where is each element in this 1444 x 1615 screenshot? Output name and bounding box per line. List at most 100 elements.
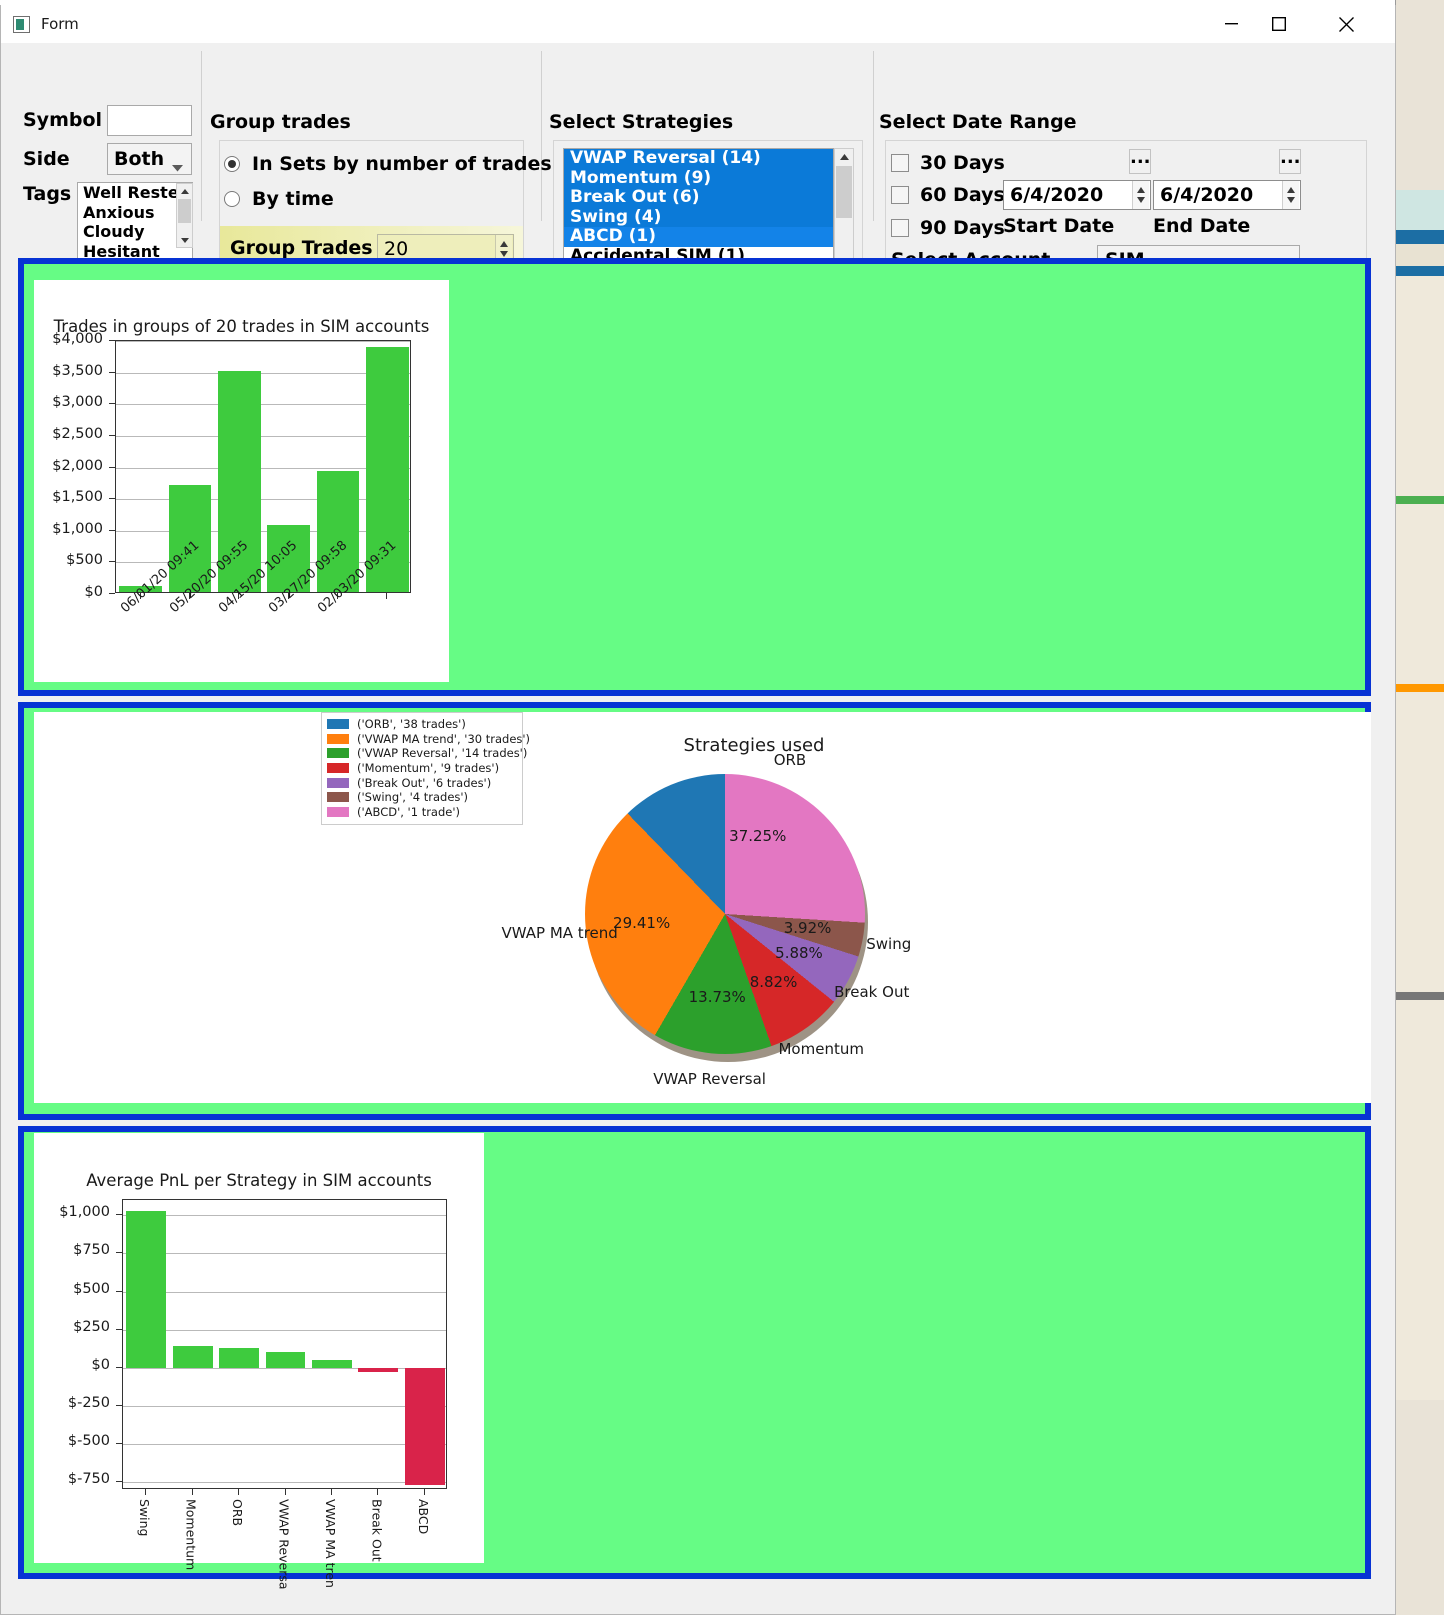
bar [172,1345,213,1368]
checkbox-30-days-label: 30 Days [920,152,1005,174]
x-tick-mark [330,1489,332,1495]
background-window-content [1396,1000,1444,1400]
tags-label: Tags [23,183,72,205]
strategy-item[interactable]: Momentum (9) [564,168,833,189]
pie-slice-label: VWAP Reversal [653,1069,766,1088]
y-axis-tick-label: $500 [73,1280,110,1297]
x-axis-tick-label: VWAP Reversa [276,1499,292,1590]
title-bar: Form [1,5,1395,43]
y-tick-mark [109,561,115,563]
x-axis-tick-label: ABCD [415,1499,431,1535]
bar [265,1351,306,1368]
x-tick-mark [386,593,388,599]
gridline [123,1444,446,1446]
strategies-listbox[interactable]: VWAP Reversal (14) Momentum (9) Break Ou… [563,148,834,271]
background-window-content [1396,684,1444,692]
checkbox-60-days[interactable]: 60 Days [891,184,1005,206]
chart3-title: Average PnL per Strategy in SIM accounts [86,1171,432,1190]
checkbox-30-days[interactable]: 30 Days [891,152,1005,174]
maximize-button[interactable] [1255,5,1303,43]
side-dropdown[interactable]: Both [107,143,192,175]
scroll-down-icon[interactable] [177,233,192,247]
chevron-down-icon [172,157,183,176]
bar [311,1359,352,1368]
pie-percentage-label: 8.82% [749,972,798,991]
minimize-button[interactable] [1207,5,1255,43]
y-axis-tick-label: $500 [66,552,103,569]
average-pnl-bar-chart: Average PnL per Strategy in SIM accounts… [34,1133,484,1590]
start-date-picker-button[interactable]: ... [1129,149,1151,174]
gridline [123,1329,446,1331]
legend-color-swatch [327,719,349,730]
legend-label: ('Swing', '4 trades') [357,790,469,805]
strategy-item[interactable]: Break Out (6) [564,188,833,208]
scroll-up-icon[interactable] [835,149,853,165]
gridline [116,341,410,342]
y-axis-tick-label: $-750 [67,1471,110,1488]
y-tick-mark [109,466,115,468]
bar [404,1367,445,1485]
tags-vertical-scrollbar[interactable] [176,183,193,248]
symbol-input[interactable] [107,105,192,136]
y-axis-tick-label: $4,000 [52,331,103,347]
radio-by-time[interactable]: By time [224,188,334,210]
gridline [123,1482,446,1484]
radio-off-icon [224,191,240,207]
strategy-item[interactable]: VWAP Reversal (14) [564,149,833,169]
spinner-arrows-icon[interactable] [1282,181,1299,209]
checkbox-90-days[interactable]: 90 Days [891,217,1005,239]
background-window-content [1396,504,1444,684]
y-axis-tick-label: $-250 [67,1395,110,1412]
y-tick-mark [116,1252,122,1254]
radio-in-sets[interactable]: In Sets by number of trades [224,153,552,175]
y-tick-mark [109,371,115,373]
gridline [123,1215,446,1217]
strategy-item[interactable]: ABCD (1) [564,227,833,247]
start-date-value: 6/4/2020 [1010,184,1104,206]
y-axis-tick-label: $3,500 [52,362,103,379]
gridline [123,1406,446,1408]
side-label: Side [23,148,70,170]
bar [219,1348,260,1368]
strategy-item[interactable]: Swing (4) [564,207,833,228]
y-axis-tick-label: $2,500 [52,425,103,442]
select-strategies-title: Select Strategies [549,111,734,133]
pie-slice-label: ORB [773,750,807,769]
radio-by-time-label: By time [252,188,334,210]
end-date-value: 6/4/2020 [1160,184,1254,206]
window-title: Form [41,15,79,33]
legend-item: ('Break Out', '6 trades') [327,775,517,790]
y-tick-mark [116,1443,122,1445]
pie-percentage-label: 13.73% [688,987,746,1006]
end-date-field[interactable]: 6/4/2020 [1153,180,1301,210]
tags-item[interactable]: Cloudy [78,222,192,242]
scroll-thumb[interactable] [836,166,852,218]
scroll-thumb[interactable] [178,199,191,223]
legend-color-swatch [327,748,349,759]
trades-group-bar-chart: Trades in groups of 20 trades in SIM acc… [34,280,449,682]
y-tick-mark [109,593,115,594]
strategies-vertical-scrollbar[interactable] [834,148,854,271]
pie-percentage-label: 3.92% [783,919,832,938]
tags-item[interactable]: Anxious [78,203,192,223]
select-date-range-title: Select Date Range [879,111,1077,133]
y-axis-tick-label: $1,000 [59,1204,110,1221]
bar [126,1210,167,1368]
end-date-picker-button[interactable]: ... [1279,149,1301,174]
y-tick-mark [116,1481,122,1483]
spinner-arrows-icon[interactable] [1132,181,1149,209]
x-tick-mark [284,1489,286,1495]
side-value: Both [114,148,165,170]
scroll-up-icon[interactable] [177,184,192,198]
start-date-field[interactable]: 6/4/2020 [1003,180,1151,210]
y-axis-tick-label: $1,000 [52,520,103,537]
background-window-content [1396,496,1444,504]
y-axis-tick-label: $-500 [67,1433,110,1450]
y-tick-mark [116,1405,122,1407]
tags-item[interactable]: Well Rested [78,183,192,203]
group-trades-spin-label: Group Trades [230,237,373,259]
background-window-content [1396,692,1444,992]
filters-toolbar: Symbol Side Both Tags Well Rested Anxiou… [1,43,1395,282]
radio-in-sets-label: In Sets by number of trades [252,153,552,175]
close-button[interactable] [1322,5,1370,43]
